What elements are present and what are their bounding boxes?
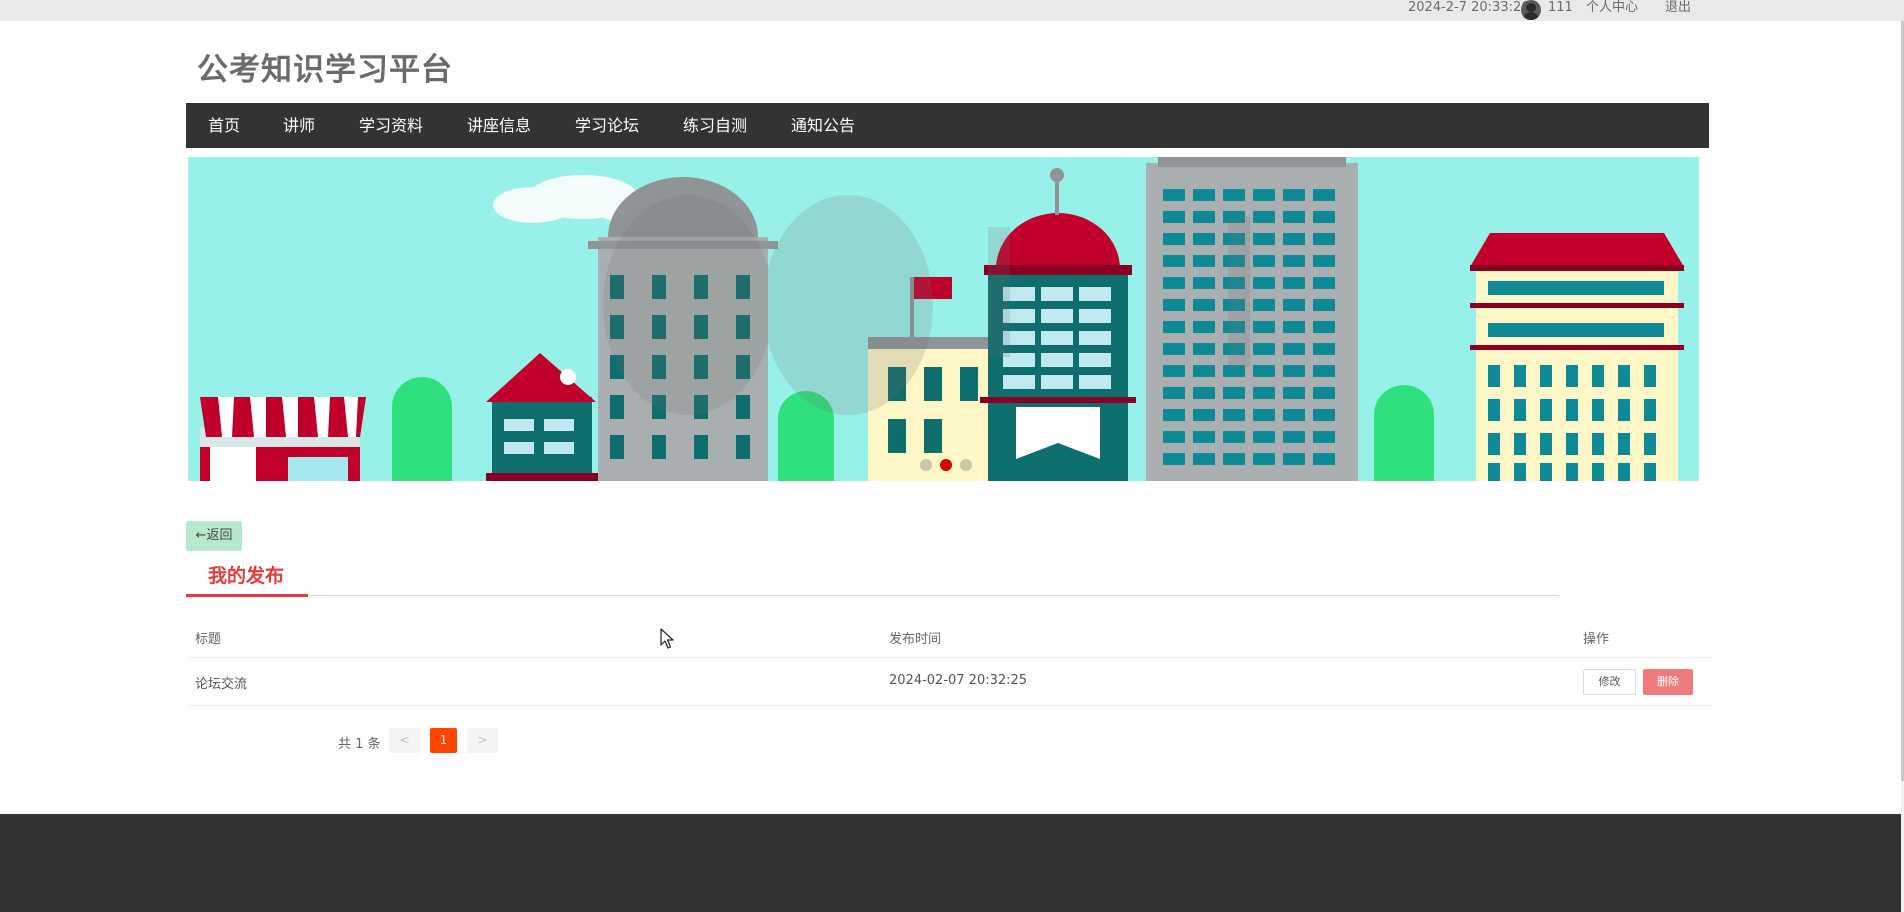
section-title: 我的发布 <box>208 565 285 587</box>
nav-item-lecturers[interactable]: 讲师 <box>283 103 315 148</box>
carousel-dot-3[interactable] <box>960 459 972 471</box>
user-avatar[interactable] <box>1521 0 1541 20</box>
nav-item-notices[interactable]: 通知公告 <box>791 103 855 148</box>
top-bar: 2024-2-7 20:33:26 111 个人中心 退出 <box>0 0 1904 21</box>
carousel-dot-2[interactable] <box>940 459 952 471</box>
main-nav: 首页 讲师 学习资料 讲座信息 学习论坛 练习自测 通知公告 <box>186 103 1709 148</box>
pagination-total: 共 1 条 <box>338 737 381 752</box>
mouse-cursor-icon <box>660 628 674 649</box>
column-header-title: 标题 <box>195 632 222 647</box>
city-illustration <box>200 157 1684 481</box>
column-header-published: 发布时间 <box>889 632 942 647</box>
banner-carousel[interactable] <box>188 157 1699 481</box>
pagination-page-1[interactable]: 1 <box>430 728 457 753</box>
column-header-actions: 操作 <box>1583 632 1610 647</box>
section-divider <box>186 595 1558 596</box>
nav-item-practice[interactable]: 练习自测 <box>683 103 747 148</box>
edit-button[interactable]: 修改 <box>1583 669 1636 695</box>
current-datetime: 2024-2-7 20:33:26 <box>1408 0 1530 15</box>
delete-button[interactable]: 删除 <box>1643 669 1693 695</box>
profile-link[interactable]: 个人中心 <box>1586 0 1638 17</box>
carousel-dot-1[interactable] <box>920 459 932 471</box>
nav-item-lectures[interactable]: 讲座信息 <box>467 103 531 148</box>
username: 111 <box>1548 0 1573 15</box>
pagination-next-button[interactable]: > <box>467 728 498 753</box>
nav-item-materials[interactable]: 学习资料 <box>359 103 423 148</box>
nav-item-forum[interactable]: 学习论坛 <box>575 103 639 148</box>
back-button[interactable]: ←返回 <box>186 521 242 551</box>
row-title[interactable]: 论坛交流 <box>195 673 247 692</box>
logout-link[interactable]: 退出 <box>1665 0 1691 17</box>
nav-item-home[interactable]: 首页 <box>208 103 240 148</box>
pagination-prev-button[interactable]: < <box>389 728 420 753</box>
site-title[interactable]: 公考知识学习平台 <box>197 44 453 89</box>
section-title-underline <box>186 594 308 597</box>
row-published-time: 2024-02-07 20:32:25 <box>889 673 1028 688</box>
page-footer <box>0 814 1901 912</box>
